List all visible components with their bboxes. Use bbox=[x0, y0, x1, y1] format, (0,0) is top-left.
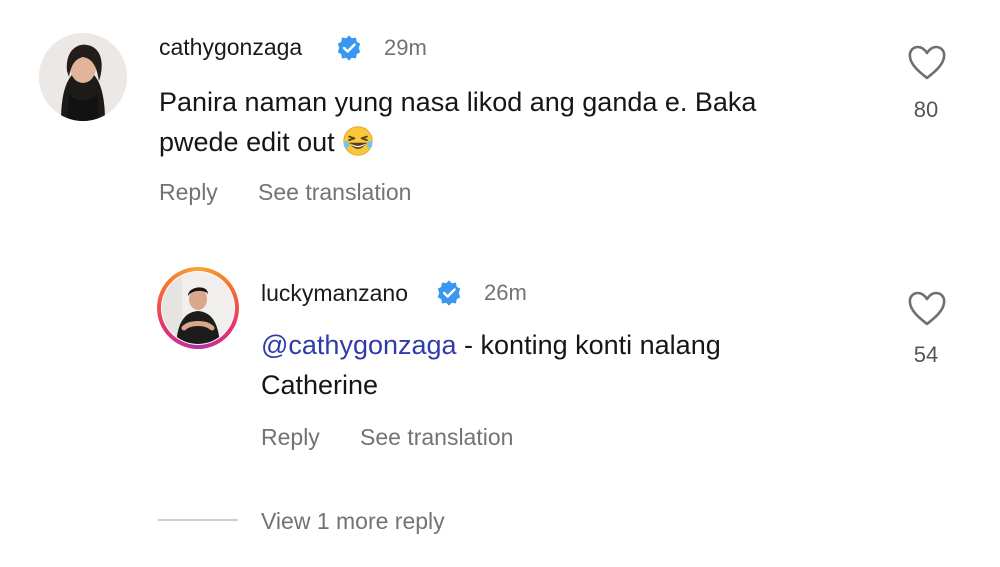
reply-username[interactable]: luckymanzano bbox=[261, 280, 408, 307]
avatar-luckymanzano[interactable] bbox=[162, 272, 234, 344]
comment-text-line: pwede edit out bbox=[159, 122, 859, 162]
reply-text-line: @cathygonzaga - konting konti nalang bbox=[261, 325, 881, 365]
reply-timestamp: 26m bbox=[484, 280, 527, 305]
view-more-replies-button[interactable]: View 1 more reply bbox=[261, 508, 445, 535]
like-heart-icon[interactable] bbox=[907, 45, 947, 81]
replies-divider bbox=[158, 519, 238, 521]
reply-text-line: Catherine bbox=[261, 370, 379, 400]
reply-button[interactable]: Reply bbox=[159, 179, 218, 206]
see-translation-button[interactable]: See translation bbox=[360, 424, 513, 451]
reply-text: @cathygonzaga - konting konti nalang Cat… bbox=[261, 325, 881, 405]
comment-text: Panira naman yung nasa likod ang ganda e… bbox=[159, 82, 859, 162]
avatar-cathygonzaga[interactable] bbox=[39, 33, 127, 121]
verified-badge-icon bbox=[337, 35, 361, 61]
comment-timestamp: 29m bbox=[384, 35, 427, 60]
mention-link[interactable]: @cathygonzaga bbox=[261, 330, 457, 360]
reply-text-part: - konting konti nalang bbox=[456, 330, 721, 360]
like-heart-icon[interactable] bbox=[907, 291, 947, 327]
comment-username[interactable]: cathygonzaga bbox=[159, 34, 302, 61]
profile-photo bbox=[39, 33, 127, 121]
like-count: 80 bbox=[913, 97, 939, 122]
verified-badge-icon bbox=[437, 280, 461, 306]
see-translation-button[interactable]: See translation bbox=[258, 179, 411, 206]
like-count: 54 bbox=[913, 342, 939, 367]
comment-text-line: Panira naman yung nasa likod ang ganda e… bbox=[159, 87, 757, 117]
profile-photo bbox=[162, 272, 234, 344]
reply-button[interactable]: Reply bbox=[261, 424, 320, 451]
laughing-emoji-icon bbox=[343, 126, 373, 156]
comment-text-part: pwede edit out bbox=[159, 127, 335, 157]
